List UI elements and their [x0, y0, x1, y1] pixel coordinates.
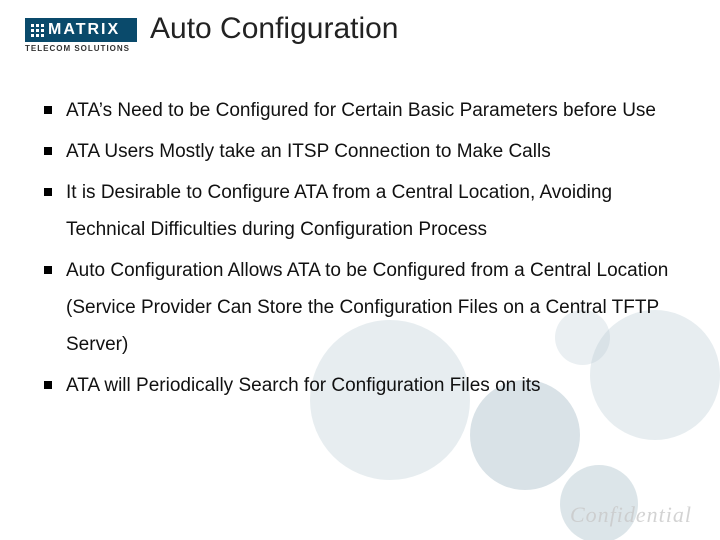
brand-logo-box: MATRIX	[25, 18, 137, 42]
brand-logo-text: MATRIX	[48, 21, 120, 39]
bullet-item: ATA Users Mostly take an ITSP Connection…	[44, 133, 690, 170]
bullet-item: ATA’s Need to be Configured for Certain …	[44, 92, 690, 129]
brand-logo-subline: TELECOM SOLUTIONS	[25, 44, 137, 53]
bullet-item: Auto Configuration Allows ATA to be Conf…	[44, 252, 690, 363]
brand-logo: MATRIX TELECOM SOLUTIONS	[25, 18, 137, 53]
brand-logo-dots-icon	[31, 24, 44, 37]
slide: Confidential MATRIX TELECOM SOLUTIONS Au…	[0, 0, 720, 540]
bullet-item: ATA will Periodically Search for Configu…	[44, 367, 690, 404]
slide-title: Auto Configuration	[150, 12, 399, 46]
bullet-list: ATA’s Need to be Configured for Certain …	[44, 92, 690, 404]
slide-body: ATA’s Need to be Configured for Certain …	[44, 92, 690, 408]
bullet-item: It is Desirable to Configure ATA from a …	[44, 174, 690, 248]
watermark-text: Confidential	[570, 502, 692, 528]
